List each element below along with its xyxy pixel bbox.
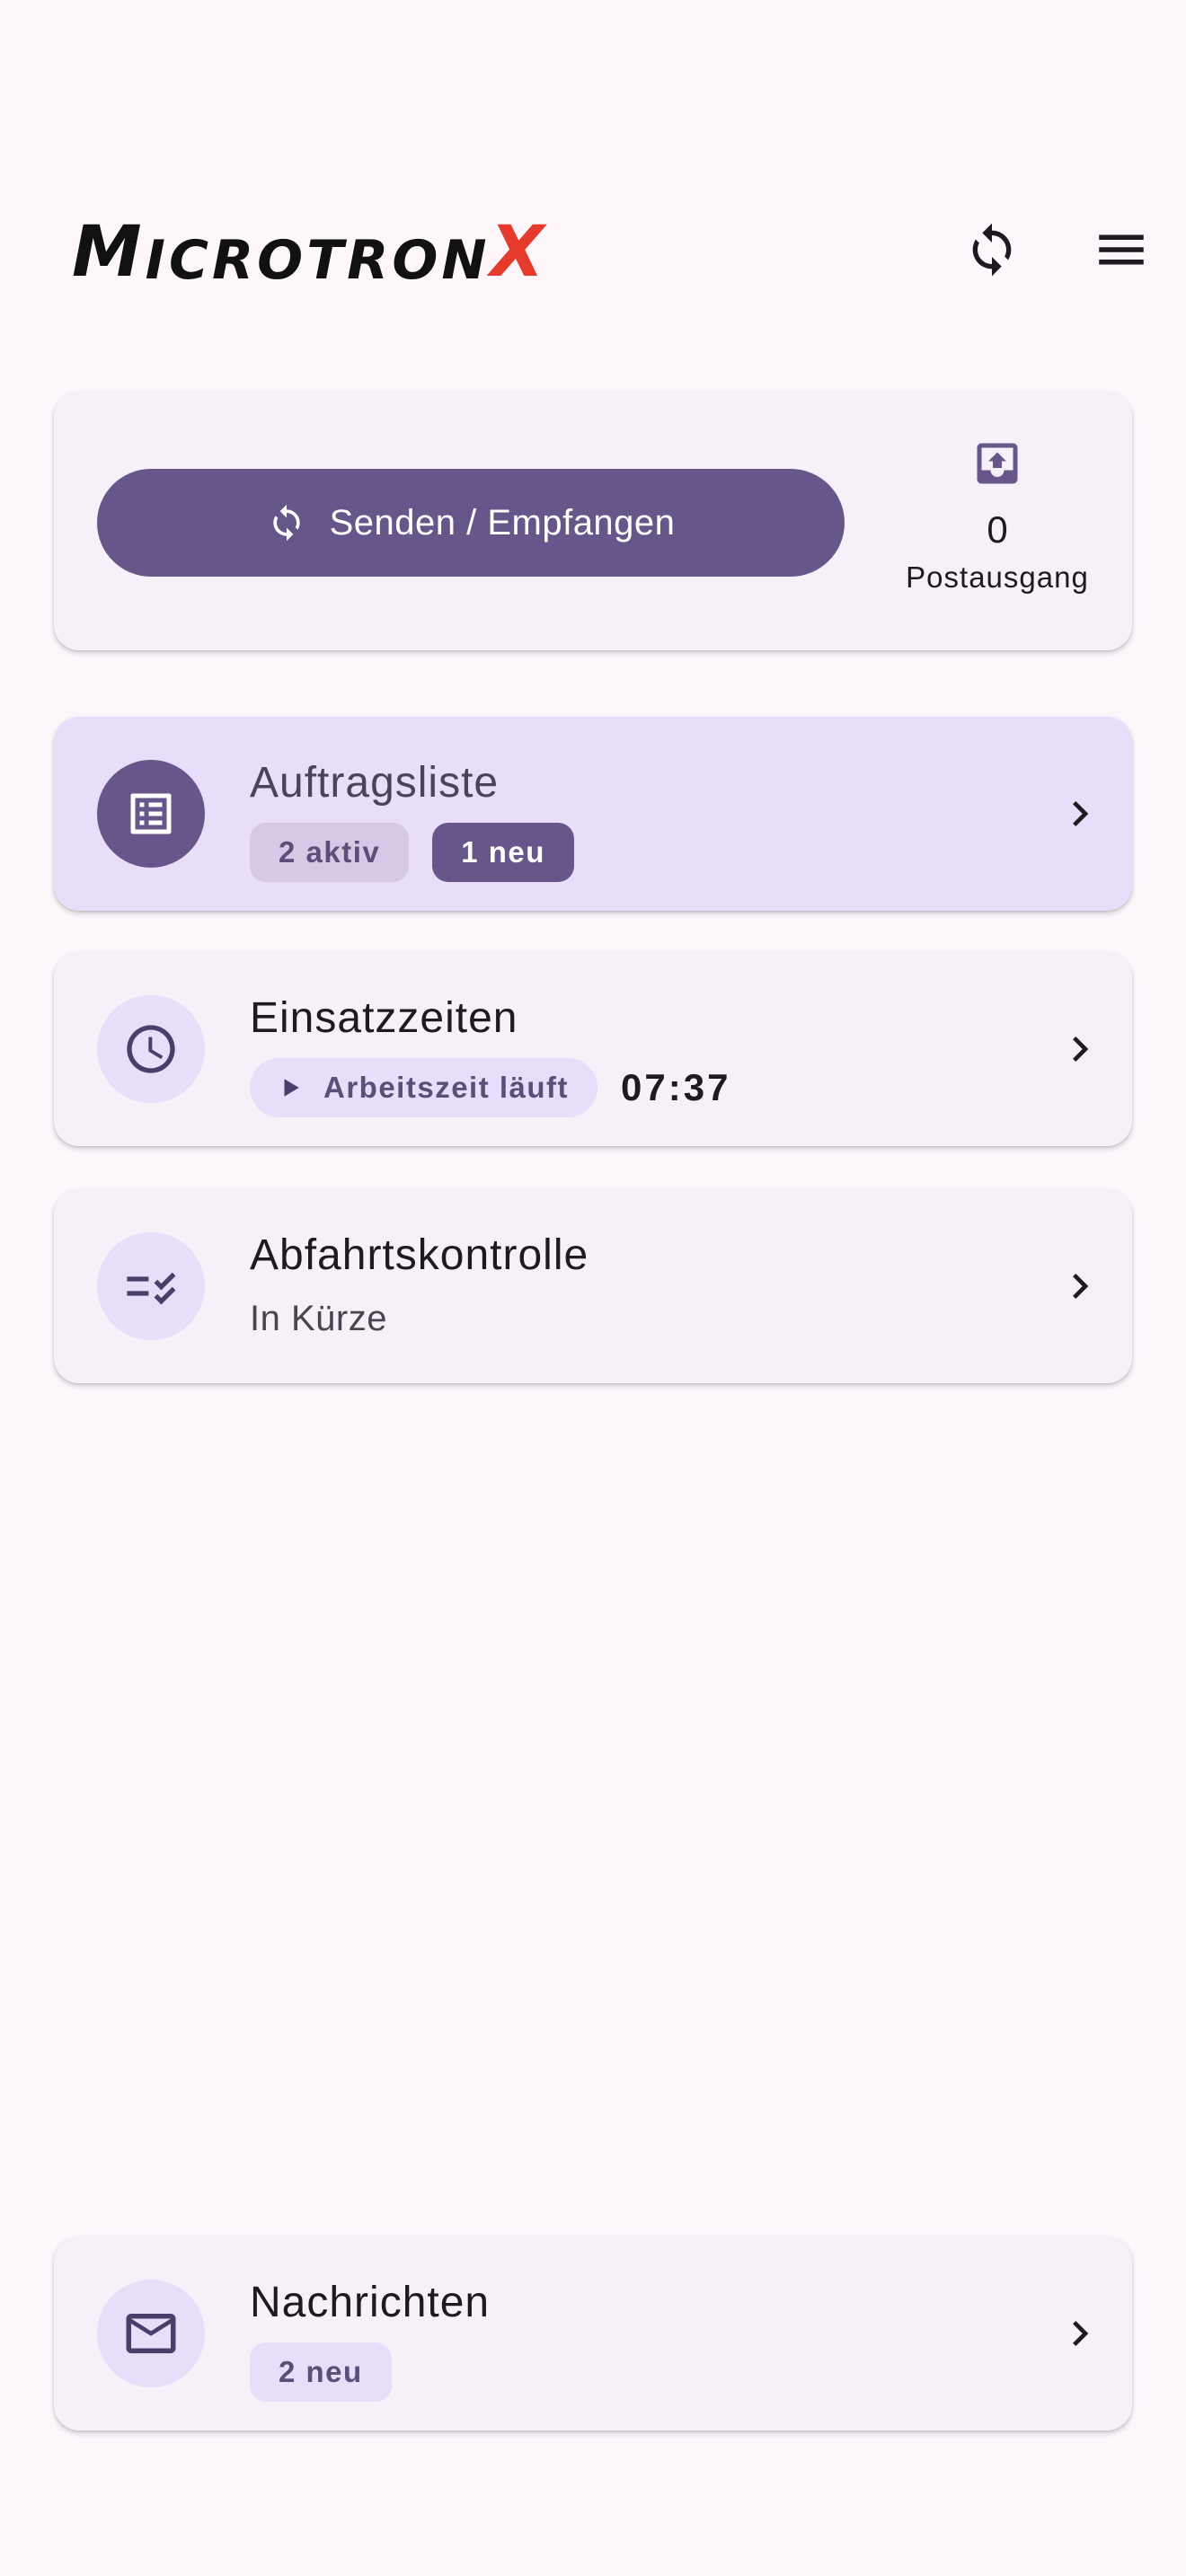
clock-icon: [97, 995, 205, 1103]
outbox-icon: [977, 443, 1018, 484]
chevron-right-icon: [1051, 785, 1109, 842]
sync-card: Senden / Empfangen 0 Postausgang: [54, 392, 1132, 650]
chevron-right-icon: [1051, 1257, 1109, 1315]
active-count-badge: 2 aktiv: [250, 823, 410, 882]
menu-icon[interactable]: [1084, 212, 1159, 287]
sync-icon[interactable]: [954, 212, 1030, 287]
orders-title: Auftragsliste: [250, 759, 500, 807]
microtronx-logo: M ICROTRON X: [72, 212, 548, 293]
work-status-label: Arbeitszeit läuft: [323, 1071, 570, 1104]
new-messages-badge: 2 neu: [250, 2342, 392, 2402]
orders-chips: 2 aktiv 1 neu: [250, 823, 574, 882]
outbox-count: 0: [987, 508, 1008, 551]
departure-check-subtitle: In Kürze: [250, 1299, 387, 1338]
outbox[interactable]: 0 Postausgang: [863, 437, 1132, 595]
times-card[interactable]: Einsatzzeiten Arbeitszeit läuft 07:37: [54, 952, 1132, 1146]
work-timer: 07:37: [621, 1066, 731, 1108]
times-title: Einsatzzeiten: [250, 994, 518, 1042]
departure-check-card[interactable]: Abfahrtskontrolle In Kürze: [54, 1189, 1132, 1383]
list-icon: [97, 760, 205, 868]
messages-chips: 2 neu: [250, 2342, 392, 2402]
work-status-badge: Arbeitszeit läuft: [250, 1058, 598, 1117]
messages-title: Nachrichten: [250, 2279, 491, 2326]
orders-card[interactable]: Auftragsliste 2 aktiv 1 neu: [54, 717, 1132, 911]
send-receive-label: Senden / Empfangen: [329, 502, 676, 543]
new-count-badge: 1 neu: [432, 823, 574, 882]
messages-card[interactable]: Nachrichten 2 neu: [54, 2236, 1132, 2430]
sync-icon: [272, 504, 300, 542]
play-icon: [284, 1079, 299, 1097]
chevron-right-icon: [1051, 2305, 1109, 2362]
outbox-label: Postausgang: [906, 560, 1089, 594]
app-header: M ICROTRON X: [0, 0, 1186, 341]
chevron-right-icon: [1051, 1020, 1109, 1078]
departure-check-title: Abfahrtskontrolle: [250, 1231, 589, 1279]
checklist-icon: [97, 1232, 205, 1340]
send-receive-button[interactable]: Senden / Empfangen: [97, 469, 845, 577]
mail-icon: [97, 2280, 205, 2387]
times-chips: Arbeitszeit läuft 07:37: [250, 1058, 730, 1117]
